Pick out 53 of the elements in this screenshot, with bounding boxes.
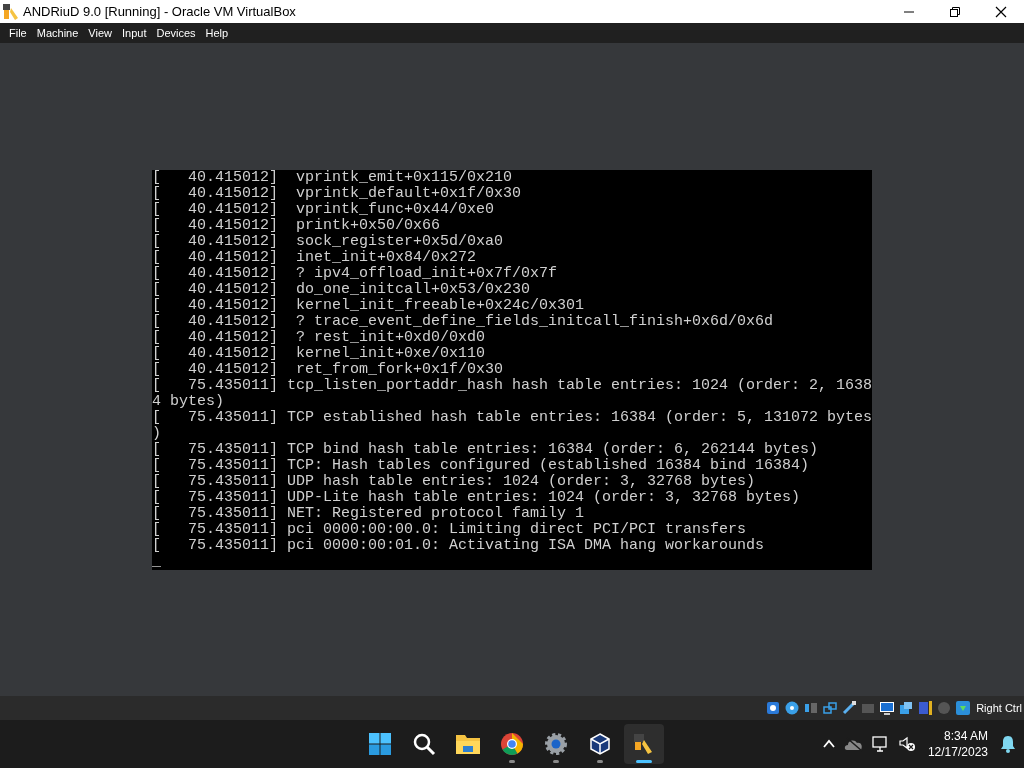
console-line: ) xyxy=(152,425,162,442)
console-line: [ 75.435011] UDP hash table entries: 1024 (order: 3, 32768 bytes) xyxy=(152,473,757,490)
console-line: [ 75.435011] UDP-Lite hash table entries: 1024 (order: 3, 32768 bytes) xyxy=(152,489,802,506)
console-line: [ 40.415012] vprintk_emit+0x115/0x210 xyxy=(152,169,514,186)
clock[interactable]: 8:34 AM 12/17/2023 xyxy=(923,728,992,760)
console-line: [ 75.435011] pci 0000:00:00.0: Limiting direct PCI/PCI transfers xyxy=(152,521,748,538)
menu-item[interactable]: Devices xyxy=(151,27,201,39)
menu-item[interactable]: View xyxy=(83,27,117,39)
menu-item[interactable]: Machine xyxy=(31,27,84,39)
console-line: [ 40.415012] ? ipv4_offload_init+0x7f/0x7f xyxy=(152,265,559,282)
cube-icon xyxy=(588,732,612,756)
console-line: [ 40.415012] ? trace_event_define_fields_initcall_finish+0x6d/0x6d xyxy=(152,313,775,330)
app-icon xyxy=(3,3,19,20)
text-cursor: _ xyxy=(152,553,161,570)
console-line: [ 40.415012] kernel_init_freeable+0x24c/0x301 xyxy=(152,297,586,314)
usb-icon[interactable] xyxy=(841,700,858,716)
console-line: [ 75.435011] TCP: Hash tables configured (established 16384 bind 16384) xyxy=(152,457,811,474)
windows-icon xyxy=(368,732,392,756)
console-line: [ 40.415012] printk+0x50/0x66 xyxy=(152,217,442,234)
folder-icon xyxy=(455,732,481,756)
bell-icon[interactable] xyxy=(1000,735,1016,753)
console-line: [ 40.415012] ? rest_init+0xd0/0xd0 xyxy=(152,329,487,346)
console-line: [ 75.435011] tcp_listen_portaddr_hash hash table entries: 1024 (order: 2, 1638 xyxy=(152,377,872,394)
display-icon[interactable] xyxy=(879,700,896,716)
restore-icon xyxy=(950,6,960,17)
network-icon[interactable] xyxy=(822,700,839,716)
video-capture-icon[interactable] xyxy=(898,700,915,716)
console-line: [ 40.415012] ret_from_fork+0x1f/0x30 xyxy=(152,361,505,378)
console-line: 4 bytes) xyxy=(152,393,225,410)
console-line: [ 40.415012] inet_init+0x84/0x272 xyxy=(152,249,478,266)
keyboard-capture-icon[interactable] xyxy=(955,700,972,716)
taskbar-button[interactable] xyxy=(624,724,664,764)
console-line: [ 40.415012] kernel_init+0xe/0x110 xyxy=(152,345,487,362)
menu-item[interactable]: Input xyxy=(116,27,152,39)
console-line: [ 40.415012] do_one_initcall+0x53/0x230 xyxy=(152,281,532,298)
browser-icon xyxy=(500,732,524,756)
optical-disc-icon[interactable] xyxy=(784,700,801,716)
console-line: [ 40.415012] sock_register+0x5d/0xa0 xyxy=(152,233,505,250)
menu-item[interactable]: File xyxy=(4,27,32,39)
console-line: [ 75.435011] TCP established hash table entries: 16384 (order: 5, 131072 bytes xyxy=(152,409,872,426)
console-line: [ 40.415012] vprintk_default+0x1f/0x30 xyxy=(152,185,523,202)
host-key-label: Right Ctrl xyxy=(976,702,1022,714)
search-icon xyxy=(412,732,436,756)
menu-item[interactable]: Help xyxy=(200,27,234,39)
gear-icon xyxy=(544,732,568,756)
console-line: [ 75.435011] NET: Registered protocol family 1 xyxy=(152,505,586,522)
monitor-icon[interactable] xyxy=(871,735,890,753)
window-title: ANDRiuD 9.0 [Running] - Oracle VM VirtualBox xyxy=(23,4,297,19)
close-icon xyxy=(995,5,1007,18)
console-line: [ 75.435011] TCP bind hash table entries: 16384 (order: 6, 262144 bytes) xyxy=(152,441,820,458)
console-line: [ 40.415012] vprintk_func+0x44/0xe0 xyxy=(152,201,496,218)
muted-speaker-icon[interactable] xyxy=(897,735,916,753)
console-line: [ 75.435011] pci 0000:00:01.0: Activating ISA DMA hang workarounds xyxy=(152,537,766,554)
